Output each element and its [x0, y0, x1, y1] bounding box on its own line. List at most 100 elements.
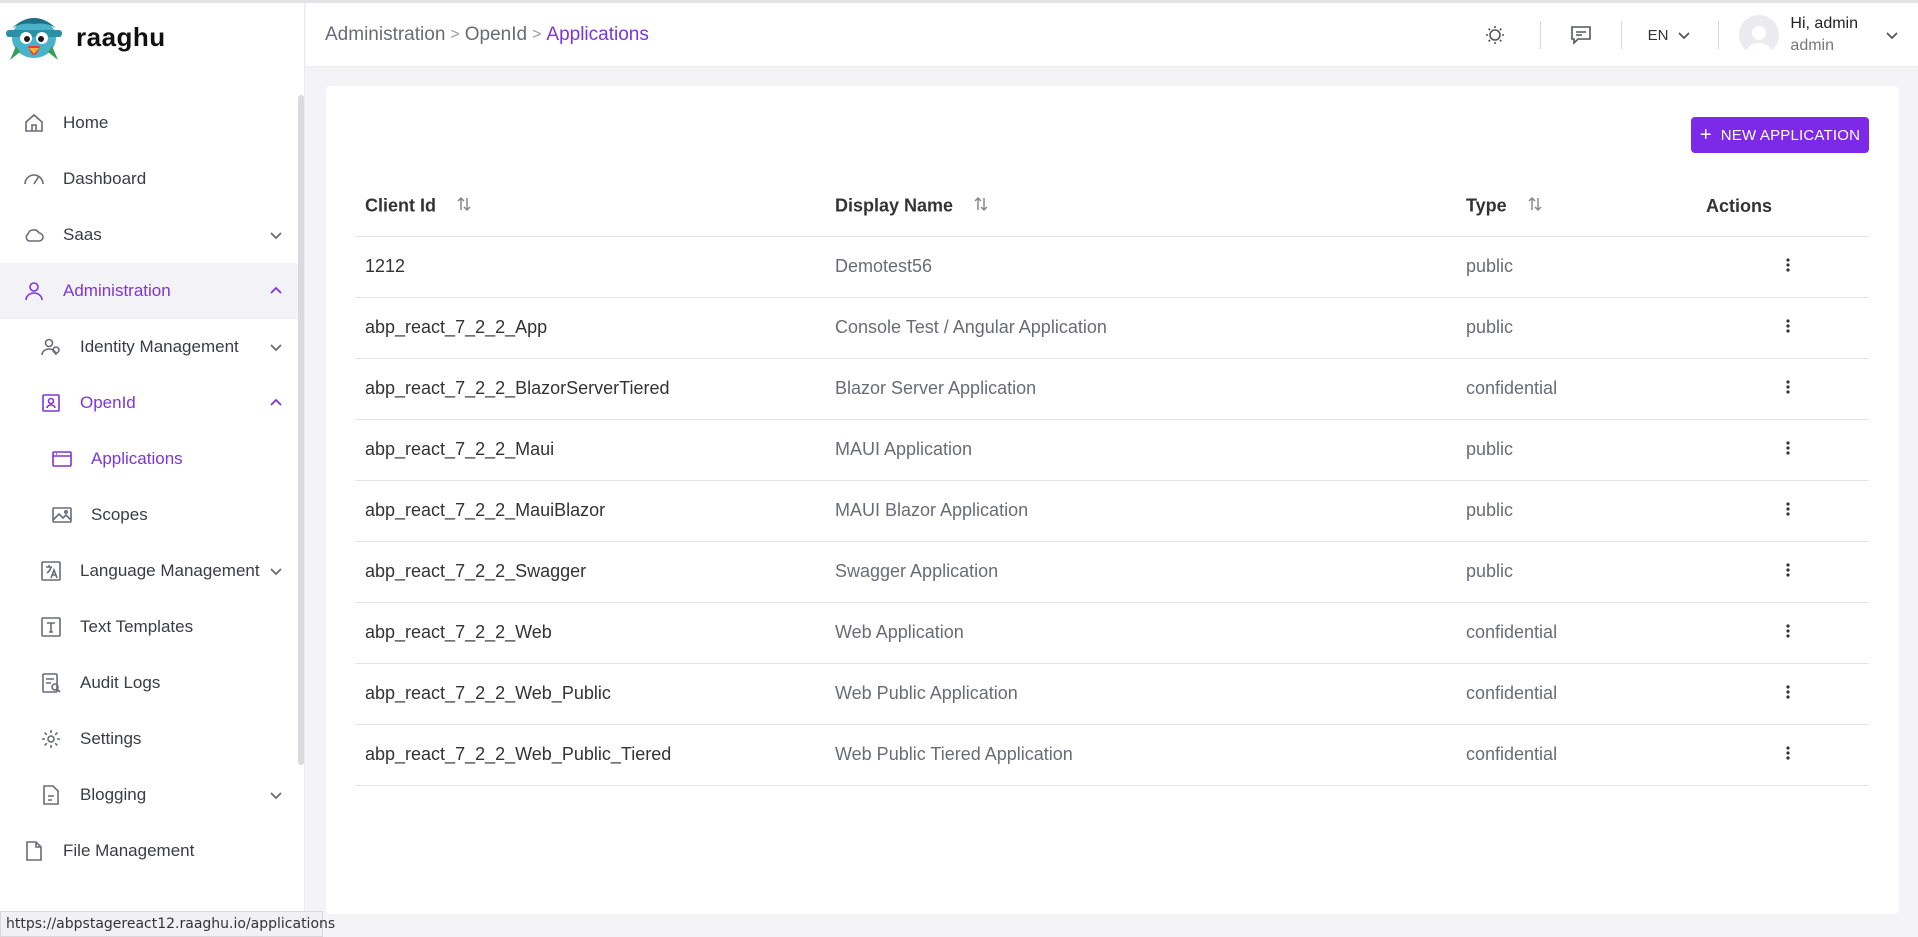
audit-log-icon — [38, 670, 64, 696]
sidebar-item-settings[interactable]: Settings — [0, 711, 298, 767]
language-label: EN — [1647, 26, 1669, 44]
chevron-down-icon — [268, 563, 284, 579]
sidebar-item-audit-logs[interactable]: Audit Logs — [0, 655, 298, 711]
more-options-icon[interactable] — [1785, 378, 1790, 399]
column-actions: Actions — [1696, 178, 1869, 237]
sidebar-item-file-management[interactable]: File Management — [0, 823, 298, 879]
breadcrumb-applications: Applications — [546, 23, 649, 45]
chevron-up-icon — [268, 283, 284, 299]
sidebar-item-label: Saas — [63, 225, 102, 244]
more-options-icon[interactable] — [1785, 561, 1790, 582]
sidebar-item-text-templates[interactable]: Text Templates — [0, 599, 298, 655]
breadcrumb-administration[interactable]: Administration — [325, 24, 445, 46]
table-row[interactable]: abp_react_7_2_2_Web_Public_Tiered Web Pu… — [355, 724, 1869, 786]
more-options-icon[interactable] — [1785, 256, 1790, 277]
new-application-button[interactable]: + NEW APPLICATION — [1691, 117, 1869, 153]
type-cell: public — [1456, 419, 1696, 481]
client-id-cell: abp_react_7_2_2_Web_Public_Tiered — [355, 724, 825, 786]
column-display-name[interactable]: Display Name — [825, 178, 1456, 237]
sidebar-item-administration[interactable]: Administration — [0, 263, 298, 319]
sort-icon[interactable] — [455, 195, 473, 218]
sidebar-item-blogging[interactable]: Blogging — [0, 767, 298, 823]
sidebar-item-label: Identity Management — [80, 337, 239, 356]
chevron-down-icon — [268, 339, 284, 355]
applications-table: Client Id Display Name Type Actions 1212 — [355, 178, 1869, 786]
sidebar-scrollbar[interactable] — [298, 95, 304, 765]
actions-cell — [1696, 297, 1869, 359]
language-selector[interactable]: EN — [1648, 27, 1693, 44]
display-name-cell: Web Application — [825, 602, 1456, 664]
sidebar-item-language-management[interactable]: Language Management — [0, 543, 298, 599]
sidebar-item-openid[interactable]: OpenId — [0, 375, 298, 431]
more-options-icon[interactable] — [1785, 622, 1790, 643]
header-divider — [1539, 21, 1541, 49]
type-cell: confidential — [1456, 663, 1696, 725]
sidebar-item-applications[interactable]: Applications — [0, 431, 298, 487]
type-cell: public — [1456, 480, 1696, 542]
table-row[interactable]: abp_react_7_2_2_Web_Public Web Public Ap… — [355, 663, 1869, 725]
gear-icon — [38, 726, 64, 752]
sidebar-item-label: Audit Logs — [80, 673, 161, 692]
table-row[interactable]: abp_react_7_2_2_Maui MAUI Application pu… — [355, 419, 1869, 481]
type-cell: public — [1456, 541, 1696, 603]
table-row[interactable]: abp_react_7_2_2_Swagger Swagger Applicat… — [355, 541, 1869, 603]
browser-status-url: https://abpstagereact12.raaghu.io/applic… — [0, 911, 335, 937]
table-row[interactable]: abp_react_7_2_2_BlazorServerTiered Blazo… — [355, 358, 1869, 420]
window-icon — [49, 446, 75, 472]
user-menu-toggle[interactable] — [1884, 27, 1900, 43]
client-id-cell: 1212 — [355, 236, 825, 298]
sidebar-item-label: Applications — [91, 449, 183, 468]
more-options-icon[interactable] — [1785, 744, 1790, 765]
display-name-cell: Demotest56 — [825, 236, 1456, 298]
plus-icon: + — [1699, 124, 1712, 146]
sidebar-item-label: Scopes — [91, 505, 148, 524]
text-template-icon — [38, 614, 64, 640]
more-options-icon[interactable] — [1785, 317, 1790, 338]
sidebar-item-label: File Management — [63, 841, 195, 860]
table-row[interactable]: abp_react_7_2_2_MauiBlazor MAUI Blazor A… — [355, 480, 1869, 542]
column-label: Client Id — [365, 195, 436, 216]
avatar — [1739, 15, 1780, 55]
chat-icon — [1570, 26, 1591, 45]
column-type[interactable]: Type — [1456, 178, 1696, 237]
cloud-icon — [21, 222, 47, 248]
sidebar-item-dashboard[interactable]: Dashboard — [0, 151, 298, 207]
sidebar-item-label: Language Management — [80, 561, 260, 580]
theme-toggle-button[interactable] — [1481, 21, 1509, 49]
sidebar-item-home[interactable]: Home — [0, 95, 298, 151]
document-icon — [38, 782, 64, 808]
more-options-icon[interactable] — [1785, 439, 1790, 460]
table-row[interactable]: abp_react_7_2_2_App Console Test / Angul… — [355, 297, 1869, 359]
column-client-id[interactable]: Client Id — [355, 178, 825, 237]
sidebar-item-label: Settings — [80, 729, 142, 748]
chat-button[interactable] — [1567, 21, 1595, 49]
sort-icon[interactable] — [1526, 195, 1544, 218]
table-row[interactable]: abp_react_7_2_2_Web Web Application conf… — [355, 602, 1869, 664]
id-badge-icon — [38, 390, 64, 416]
actions-cell — [1696, 419, 1869, 481]
dashboard-icon — [21, 166, 47, 192]
user-greeting: Hi, admin — [1790, 15, 1858, 32]
more-options-icon[interactable] — [1785, 500, 1790, 521]
applications-card: + NEW APPLICATION Client Id Display Name… — [326, 86, 1899, 914]
users-icon — [38, 334, 64, 360]
type-cell: confidential — [1456, 358, 1696, 420]
sidebar-item-label: Text Templates — [80, 617, 194, 636]
brand-name: raaghu — [76, 21, 166, 52]
chevron-down-icon — [268, 787, 284, 803]
top-header: Administration > OpenId > Applications E… — [306, 3, 1918, 67]
client-id-cell: abp_react_7_2_2_Swagger — [355, 541, 825, 603]
table-row[interactable]: 1212 Demotest56 public — [355, 236, 1869, 298]
sidebar-item-scopes[interactable]: Scopes — [0, 487, 298, 543]
sort-icon[interactable] — [972, 195, 990, 218]
sidebar-item-saas[interactable]: Saas — [0, 207, 298, 263]
brand[interactable]: raaghu — [0, 3, 304, 71]
breadcrumb-openid[interactable]: OpenId — [465, 24, 527, 46]
user-menu[interactable]: Hi, admin admin — [1739, 13, 1900, 57]
sidebar-item-identity-management[interactable]: Identity Management — [0, 319, 298, 375]
more-options-icon[interactable] — [1785, 683, 1790, 704]
user-role: admin — [1790, 37, 1834, 54]
actions-cell — [1696, 236, 1869, 298]
client-id-cell: abp_react_7_2_2_Web — [355, 602, 825, 664]
chevron-down-icon — [268, 227, 284, 243]
